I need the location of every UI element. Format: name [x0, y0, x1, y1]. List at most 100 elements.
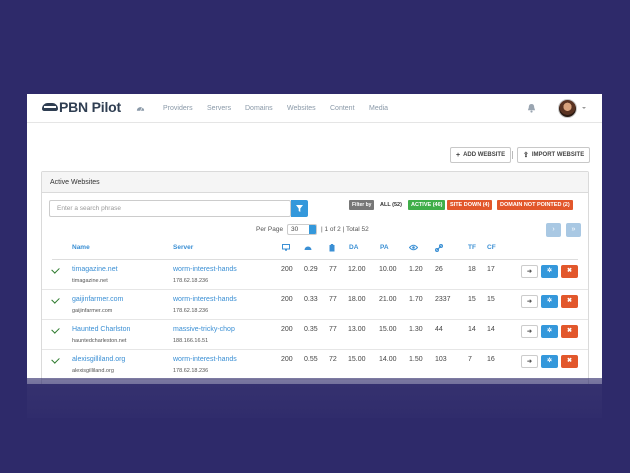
server-ip: 178.62.18.236 [173, 368, 209, 374]
da-value: 15.00 [348, 356, 366, 363]
login-button[interactable]: ➜ [521, 355, 538, 368]
per-page-label: Per Page [256, 226, 284, 233]
check-icon [51, 295, 60, 304]
load-time: 0.35 [304, 326, 318, 333]
search-input[interactable]: Enter a search phrase [49, 200, 291, 217]
settings-button[interactable]: ✲ [541, 355, 558, 368]
col-tf[interactable]: TF [468, 244, 476, 251]
login-button[interactable]: ➜ [521, 265, 538, 278]
delete-button[interactable]: ✖ [561, 295, 578, 308]
views-value: 1.20 [409, 266, 423, 273]
nav-domains[interactable]: Domains [245, 105, 273, 112]
chevron-down-icon[interactable] [582, 107, 586, 109]
tf-value: 14 [468, 326, 476, 333]
close-icon: ✖ [566, 268, 573, 274]
nav-content[interactable]: Content [330, 105, 355, 112]
nav-media[interactable]: Media [369, 105, 388, 112]
login-button[interactable]: ➜ [521, 295, 538, 308]
site-name-link[interactable]: timagazine.net [72, 266, 118, 273]
settings-button[interactable]: ✲ [541, 295, 558, 308]
close-icon: ✖ [566, 328, 573, 334]
tf-value: 18 [468, 266, 476, 273]
site-domain: timagazine.net [72, 278, 108, 284]
app-window: PBN Pilot Providers Servers Domains Webs… [27, 94, 602, 384]
links-value: 26 [435, 266, 443, 273]
check-icon [51, 355, 60, 364]
delete-button[interactable]: ✖ [561, 355, 578, 368]
panel-title: Active Websites [42, 172, 588, 193]
settings-button[interactable]: ✲ [541, 265, 558, 278]
site-domain: hauntedcharleston.net [72, 338, 127, 344]
close-icon: ✖ [566, 358, 573, 364]
logo[interactable]: PBN Pilot [42, 99, 121, 115]
cf-value: 14 [487, 326, 495, 333]
links-value: 103 [435, 356, 447, 363]
logo-icon [42, 103, 58, 111]
cf-value: 17 [487, 266, 495, 273]
pa-value: 14.00 [379, 356, 397, 363]
plus-icon: + [456, 151, 461, 159]
views-value: 1.70 [409, 296, 423, 303]
clipboard-icon[interactable] [329, 244, 335, 252]
col-name[interactable]: Name [72, 244, 90, 251]
nav-websites[interactable]: Websites [287, 105, 316, 112]
bell-icon[interactable] [527, 103, 536, 113]
filter-domain-not-pointed[interactable]: DOMAIN NOT POINTED (2) [497, 200, 573, 210]
cf-value: 16 [487, 356, 495, 363]
filter-active[interactable]: ACTIVE (46) [408, 200, 446, 210]
monitor-icon[interactable] [282, 244, 290, 251]
status-code: 200 [281, 326, 293, 333]
col-da[interactable]: DA [349, 244, 358, 251]
logo-text: PBN Pilot [59, 99, 121, 115]
nav-servers[interactable]: Servers [207, 105, 231, 112]
site-name-link[interactable]: gaijinfarmer.com [72, 296, 123, 303]
site-name-link[interactable]: Haunted Charlston [72, 326, 130, 333]
col-pa[interactable]: PA [380, 244, 389, 251]
load-time: 0.29 [304, 266, 318, 273]
site-domain: gaijinfarmer.com [72, 308, 113, 314]
nav-providers[interactable]: Providers [163, 105, 193, 112]
spinner-icon[interactable] [309, 225, 316, 234]
funnel-icon [296, 205, 303, 212]
status-code: 200 [281, 296, 293, 303]
col-cf[interactable]: CF [487, 244, 496, 251]
import-website-button[interactable]: ⇪ IMPORT WEBSITE [517, 147, 591, 163]
add-website-button[interactable]: + ADD WEBSITE [450, 147, 512, 163]
per-page-select[interactable]: 30 [287, 224, 317, 235]
load-time: 0.33 [304, 296, 318, 303]
gear-icon: ✲ [546, 298, 553, 304]
per-page-value: 30 [291, 226, 299, 233]
site-name-link[interactable]: alexisgilliland.org [72, 356, 125, 363]
score: 72 [329, 356, 337, 363]
eye-icon[interactable] [409, 244, 418, 251]
filter-site-down[interactable]: SITE DOWN (4) [447, 200, 493, 210]
tf-value: 7 [468, 356, 472, 363]
site-domain: alexisgilliland.org [72, 368, 114, 374]
sign-in-icon: ➜ [526, 359, 533, 365]
server-link[interactable]: worm-interest-hands [173, 356, 237, 363]
server-ip: 188.166.16.51 [173, 338, 209, 344]
dashboard-icon[interactable] [136, 104, 145, 112]
server-link[interactable]: worm-interest-hands [173, 296, 237, 303]
server-link[interactable]: massive-tricky-chop [173, 326, 235, 333]
divider [512, 151, 513, 159]
active-websites-panel: Active Websites Enter a search phrase Fi… [41, 171, 589, 384]
filter-all[interactable]: ALL (52) [377, 200, 405, 210]
delete-button[interactable]: ✖ [561, 325, 578, 338]
speedometer-icon[interactable] [304, 244, 312, 251]
delete-button[interactable]: ✖ [561, 265, 578, 278]
link-icon[interactable] [435, 244, 443, 252]
login-button[interactable]: ➜ [521, 325, 538, 338]
score: 77 [329, 326, 337, 333]
server-link[interactable]: worm-interest-hands [173, 266, 237, 273]
next-page-button[interactable]: › [546, 223, 561, 237]
server-ip: 178.62.18.236 [173, 278, 209, 284]
col-server[interactable]: Server [173, 244, 193, 251]
filter-button[interactable] [291, 200, 308, 217]
last-page-button[interactable]: » [566, 223, 581, 237]
fade-overlay [0, 378, 630, 473]
status-code: 200 [281, 356, 293, 363]
avatar[interactable] [558, 99, 577, 118]
settings-button[interactable]: ✲ [541, 325, 558, 338]
sign-in-icon: ➜ [526, 269, 533, 275]
